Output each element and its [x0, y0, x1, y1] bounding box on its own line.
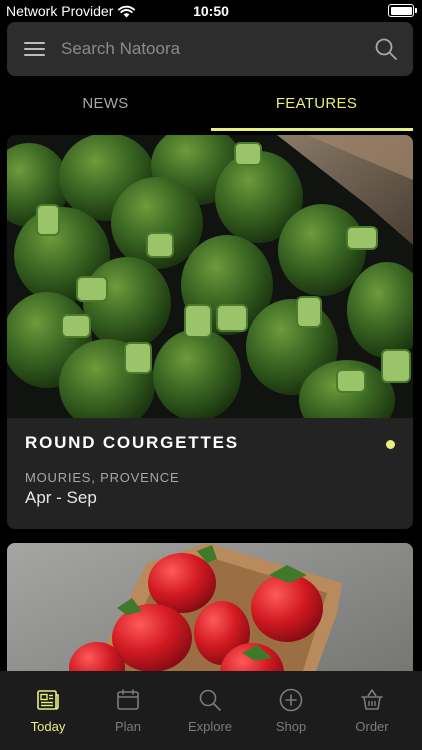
search-bar [7, 22, 413, 76]
nav-plan[interactable]: Plan [86, 671, 170, 750]
tab-news[interactable]: NEWS [0, 86, 211, 130]
nav-order-label: Order [355, 719, 389, 734]
plus-circle-icon [279, 688, 303, 712]
nav-today[interactable]: Today [6, 671, 90, 750]
feature-origin: MOURIES, PROVENCE [25, 470, 180, 485]
menu-icon[interactable] [24, 42, 45, 56]
search-icon[interactable] [374, 37, 398, 61]
nav-plan-label: Plan [114, 719, 142, 734]
feature-season: Apr - Sep [25, 488, 97, 507]
feature-card[interactable]: ROUND COURGETTES MOURIES, PROVENCE Apr -… [7, 135, 413, 529]
search-input[interactable] [61, 37, 361, 61]
nav-today-label: Today [30, 719, 66, 734]
in-season-dot [386, 440, 395, 449]
basket-icon [361, 689, 383, 710]
nav-shop-label: Shop [275, 719, 307, 734]
battery-icon [388, 4, 417, 17]
section-tabs: NEWS FEATURES [0, 86, 422, 131]
tab-active-indicator [211, 128, 413, 131]
status-bar: Network Provider 10:50 [0, 0, 422, 22]
search-icon [199, 689, 221, 711]
calendar-icon [117, 689, 139, 710]
nav-explore[interactable]: Explore [168, 671, 252, 750]
courgettes-photo [7, 135, 413, 418]
newspaper-icon [37, 690, 59, 710]
nav-shop[interactable]: Shop [249, 671, 333, 750]
status-time: 10:50 [193, 3, 229, 19]
tab-features[interactable]: FEATURES [211, 86, 422, 130]
feature-title: ROUND COURGETTES [25, 433, 239, 452]
bottom-nav: Today Plan Explore Shop Order [0, 671, 422, 750]
nav-explore-label: Explore [187, 719, 233, 734]
nav-order[interactable]: Order [330, 671, 414, 750]
